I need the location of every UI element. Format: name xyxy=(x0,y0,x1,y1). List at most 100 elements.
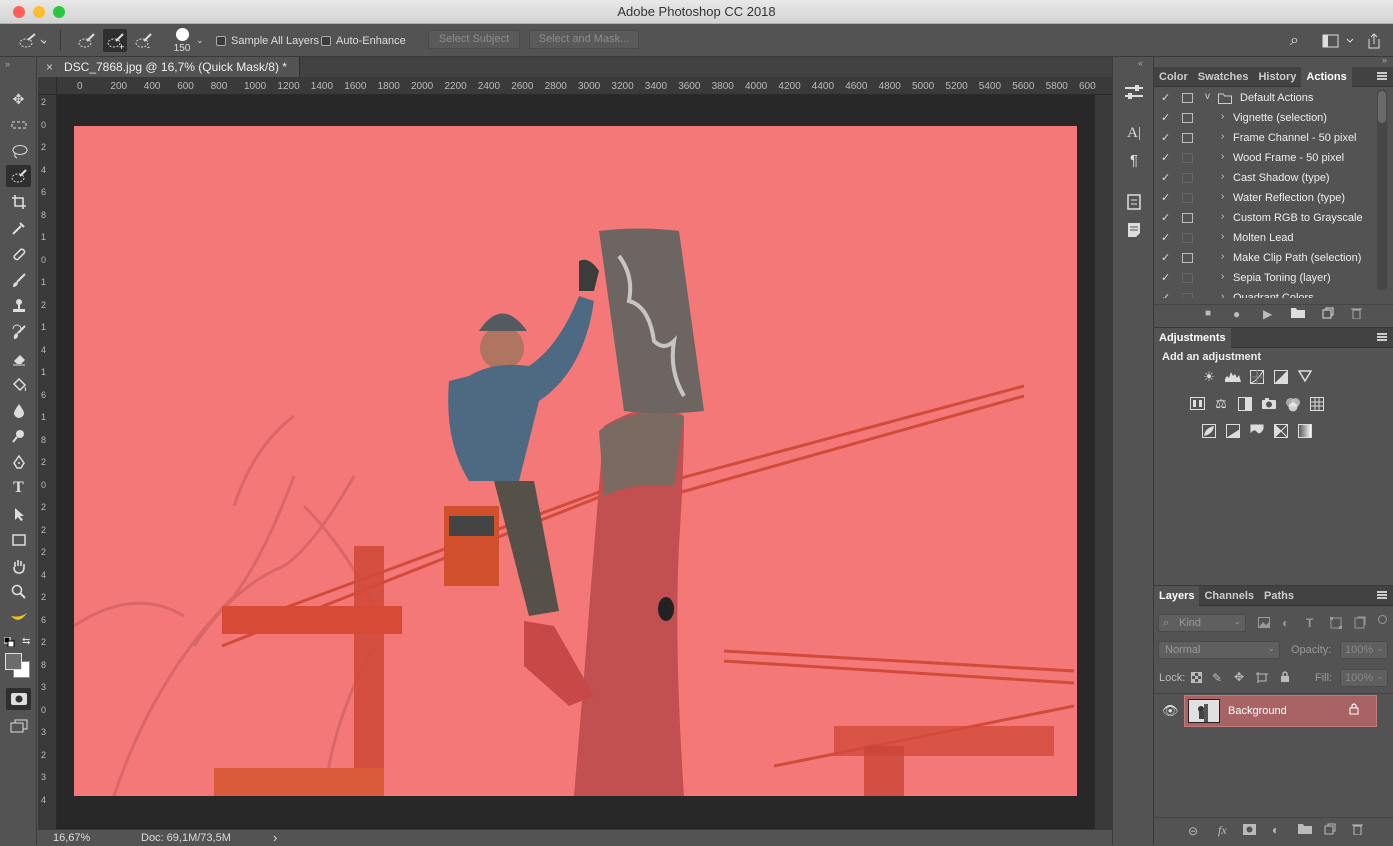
layer-row-background[interactable]: Background xyxy=(1184,695,1377,727)
filter-shape-icon[interactable] xyxy=(1330,617,1342,632)
play-icon[interactable]: ▶ xyxy=(1263,307,1272,321)
panel-menu-icon[interactable] xyxy=(1377,591,1387,599)
properties-icon[interactable] xyxy=(1122,81,1146,103)
eyedropper-tool-icon[interactable] xyxy=(6,217,31,239)
vertical-scrollbar[interactable] xyxy=(1095,95,1112,829)
chevron-right-icon[interactable]: › xyxy=(1221,211,1224,222)
filter-toggle-icon[interactable] xyxy=(1378,615,1387,624)
toggle-item-checkmark-icon[interactable]: ✓ xyxy=(1161,91,1170,104)
toggle-dialog-icon[interactable] xyxy=(1182,153,1193,163)
toggle-item-checkmark-icon[interactable]: ✓ xyxy=(1161,171,1170,184)
actions-scrollbar[interactable] xyxy=(1377,90,1387,290)
color-swatches[interactable] xyxy=(5,653,33,681)
tab-adjustments[interactable]: Adjustments xyxy=(1154,328,1231,348)
new-selection-icon[interactable] xyxy=(76,24,96,57)
checkbox-box[interactable] xyxy=(321,35,331,46)
chevron-right-icon[interactable]: › xyxy=(1221,151,1224,162)
new-group-icon[interactable] xyxy=(1298,823,1312,837)
default-colors-icon[interactable] xyxy=(3,636,16,650)
libraries-icon[interactable] xyxy=(1122,191,1146,213)
lock-position-icon[interactable]: ✥ xyxy=(1234,670,1244,684)
brightness-contrast-icon[interactable]: ☀ xyxy=(1201,370,1217,384)
dodge-tool-icon[interactable] xyxy=(6,425,31,447)
toggle-dialog-icon[interactable] xyxy=(1182,233,1193,243)
toggle-dialog-icon[interactable] xyxy=(1182,173,1193,183)
filter-kind-select[interactable]: ⌕ Kind ⌄ xyxy=(1158,614,1246,632)
quick-selection-tool-icon[interactable] xyxy=(6,165,31,187)
tab-actions[interactable]: Actions xyxy=(1301,67,1352,87)
brush-size-picker[interactable]: 150 xyxy=(172,28,192,56)
toggle-dialog-icon[interactable] xyxy=(1182,133,1193,143)
tab-swatches[interactable]: Swatches xyxy=(1193,67,1254,87)
new-set-folder-icon[interactable] xyxy=(1291,307,1305,321)
prevent-autonest-icon[interactable] xyxy=(1256,672,1268,686)
toggle-dialog-icon[interactable] xyxy=(1182,273,1193,283)
select-and-mask-button[interactable]: Select and Mask... xyxy=(529,30,639,49)
toggle-dialog-icon[interactable] xyxy=(1182,253,1193,263)
close-tab-icon[interactable]: × xyxy=(46,57,53,77)
lasso-tool-icon[interactable] xyxy=(6,140,31,162)
channel-mixer-icon[interactable] xyxy=(1285,397,1301,412)
toggle-item-checkmark-icon[interactable]: ✓ xyxy=(1161,151,1170,164)
chevron-right-icon[interactable]: › xyxy=(1221,271,1224,282)
horizontal-ruler[interactable]: 0 200 400 600 800 1000 1200 1400 1600 1800 2000 220… xyxy=(57,77,1112,95)
add-to-selection-icon[interactable]: + xyxy=(103,29,127,52)
subtract-from-selection-icon[interactable]: - xyxy=(133,24,153,57)
toggle-item-checkmark-icon[interactable]: ✓ xyxy=(1161,291,1170,298)
toggle-item-checkmark-icon[interactable]: ✓ xyxy=(1161,191,1170,204)
hand-tool-icon[interactable] xyxy=(6,555,31,577)
tab-paths[interactable]: Paths xyxy=(1259,586,1299,606)
zoom-tool-icon[interactable] xyxy=(6,581,31,603)
close-window-button[interactable] xyxy=(13,6,25,18)
status-menu-arrow-icon[interactable]: › xyxy=(273,830,277,845)
marquee-tool-icon[interactable] xyxy=(6,114,31,136)
toggle-dialog-icon[interactable] xyxy=(1182,113,1193,123)
type-tool-icon[interactable]: T xyxy=(6,477,31,499)
zoom-level[interactable]: 16,67% xyxy=(53,832,90,844)
lock-transparent-pixels-icon[interactable] xyxy=(1191,672,1202,686)
move-tool-icon[interactable]: ✥ xyxy=(6,88,31,110)
chevron-right-icon[interactable]: › xyxy=(1221,191,1224,202)
ruler-origin[interactable] xyxy=(38,77,57,95)
panel-menu-icon[interactable] xyxy=(1377,333,1387,341)
chevron-down-icon[interactable]: v xyxy=(1205,91,1210,102)
black-white-icon[interactable] xyxy=(1237,397,1253,411)
brush-tool-icon[interactable] xyxy=(6,269,31,291)
action-item[interactable]: ✓ › Wood Frame - 50 pixel xyxy=(1154,148,1376,168)
tab-channels[interactable]: Channels xyxy=(1199,586,1259,606)
auto-enhance-checkbox[interactable]: Auto-Enhance xyxy=(321,24,406,57)
new-layer-icon[interactable] xyxy=(1324,823,1336,838)
add-layer-style-icon[interactable]: fx xyxy=(1218,823,1227,838)
action-item[interactable]: ✓ › Molten Lead xyxy=(1154,228,1376,248)
character-icon[interactable]: A| xyxy=(1122,122,1146,144)
chevron-right-icon[interactable]: › xyxy=(1221,111,1224,122)
tab-layers[interactable]: Layers xyxy=(1154,586,1200,606)
filter-pixel-icon[interactable] xyxy=(1258,617,1270,631)
action-item[interactable]: ✓ › Water Reflection (type) xyxy=(1154,188,1376,208)
levels-icon[interactable] xyxy=(1225,370,1241,384)
path-selection-tool-icon[interactable] xyxy=(6,503,31,525)
exposure-icon[interactable] xyxy=(1273,370,1289,384)
blur-tool-icon[interactable] xyxy=(6,399,31,421)
action-item[interactable]: ✓ › Quadrant Colors xyxy=(1154,288,1376,298)
filter-adjustment-icon[interactable]: ◐ xyxy=(1282,616,1289,630)
opacity-field[interactable]: 100% ⌄ xyxy=(1340,641,1388,659)
swap-colors-icon[interactable]: ⇆ xyxy=(22,636,30,647)
toggle-item-checkmark-icon[interactable]: ✓ xyxy=(1161,111,1170,124)
healing-brush-tool-icon[interactable] xyxy=(6,243,31,265)
color-balance-icon[interactable]: ⚖ xyxy=(1213,397,1229,411)
action-item[interactable]: ✓ v Default Actions xyxy=(1154,88,1376,108)
sample-all-layers-checkbox[interactable]: Sample All Layers xyxy=(216,24,319,57)
fill-field[interactable]: 100% ⌄ xyxy=(1340,669,1388,687)
invert-icon[interactable] xyxy=(1201,424,1217,438)
toggle-dialog-icon[interactable] xyxy=(1182,193,1193,203)
paragraph-icon[interactable]: ¶ xyxy=(1122,149,1146,171)
filter-smart-object-icon[interactable] xyxy=(1354,616,1366,632)
hue-saturation-icon[interactable] xyxy=(1189,397,1205,411)
selective-color-icon[interactable] xyxy=(1273,423,1289,439)
delete-layer-icon[interactable] xyxy=(1352,823,1363,838)
toggle-dialog-icon[interactable] xyxy=(1182,293,1193,298)
stop-icon[interactable]: ■ xyxy=(1205,308,1211,319)
history-brush-tool-icon[interactable] xyxy=(6,321,31,343)
posterize-icon[interactable] xyxy=(1225,424,1241,438)
